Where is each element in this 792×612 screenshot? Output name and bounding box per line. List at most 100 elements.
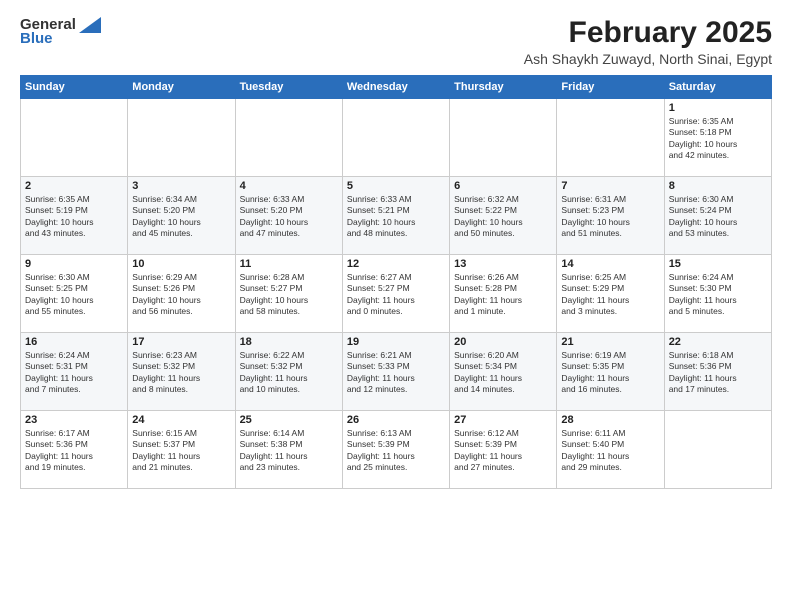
table-row — [450, 99, 557, 177]
day-number: 4 — [240, 180, 338, 192]
table-row: 13 Sunrise: 6:26 AM Sunset: 5:28 PM Dayli… — [450, 255, 557, 333]
col-sunday: Sunday — [21, 76, 128, 99]
day-number: 15 — [669, 258, 767, 270]
calendar-week-5: 23 Sunrise: 6:17 AM Sunset: 5:36 PM Dayli… — [21, 411, 772, 489]
day-info: Sunrise: 6:17 AM Sunset: 5:36 PM Dayligh… — [25, 428, 123, 474]
table-row — [664, 411, 771, 489]
calendar-week-1: 1 Sunrise: 6:35 AM Sunset: 5:18 PM Daylig… — [21, 99, 772, 177]
day-info: Sunrise: 6:31 AM Sunset: 5:23 PM Dayligh… — [561, 194, 659, 240]
col-monday: Monday — [128, 76, 235, 99]
logo: General Blue — [20, 16, 101, 47]
day-number: 25 — [240, 414, 338, 426]
day-number: 1 — [669, 102, 767, 114]
table-row: 15 Sunrise: 6:24 AM Sunset: 5:30 PM Dayli… — [664, 255, 771, 333]
day-info: Sunrise: 6:21 AM Sunset: 5:33 PM Dayligh… — [347, 350, 445, 396]
table-row — [342, 99, 449, 177]
table-row — [21, 99, 128, 177]
table-row: 6 Sunrise: 6:32 AM Sunset: 5:22 PM Daylig… — [450, 177, 557, 255]
table-row: 9 Sunrise: 6:30 AM Sunset: 5:25 PM Daylig… — [21, 255, 128, 333]
col-tuesday: Tuesday — [235, 76, 342, 99]
calendar-week-4: 16Sunrise: 6:24 AM Sunset: 5:31 PM Dayli… — [21, 333, 772, 411]
table-row — [557, 99, 664, 177]
table-row: 1 Sunrise: 6:35 AM Sunset: 5:18 PM Daylig… — [664, 99, 771, 177]
table-row: 12 Sunrise: 6:27 AM Sunset: 5:27 PM Dayli… — [342, 255, 449, 333]
logo-icon — [79, 17, 101, 33]
table-row: 28Sunrise: 6:11 AM Sunset: 5:40 PM Dayli… — [557, 411, 664, 489]
day-info: Sunrise: 6:33 AM Sunset: 5:20 PM Dayligh… — [240, 194, 338, 240]
day-info: Sunrise: 6:34 AM Sunset: 5:20 PM Dayligh… — [132, 194, 230, 240]
table-row: 4 Sunrise: 6:33 AM Sunset: 5:20 PM Daylig… — [235, 177, 342, 255]
table-row: 24Sunrise: 6:15 AM Sunset: 5:37 PM Dayli… — [128, 411, 235, 489]
day-number: 6 — [454, 180, 552, 192]
day-info: Sunrise: 6:13 AM Sunset: 5:39 PM Dayligh… — [347, 428, 445, 474]
day-info: Sunrise: 6:27 AM Sunset: 5:27 PM Dayligh… — [347, 272, 445, 318]
table-row: 27 Sunrise: 6:12 AM Sunset: 5:39 PM Dayli… — [450, 411, 557, 489]
table-row: 19 Sunrise: 6:21 AM Sunset: 5:33 PM Dayli… — [342, 333, 449, 411]
day-info: Sunrise: 6:12 AM Sunset: 5:39 PM Dayligh… — [454, 428, 552, 474]
calendar-header-row: Sunday Monday Tuesday Wednesday Thursday… — [21, 76, 772, 99]
table-row: 22Sunrise: 6:18 AM Sunset: 5:36 PM Dayli… — [664, 333, 771, 411]
day-number: 27 — [454, 414, 552, 426]
day-info: Sunrise: 6:19 AM Sunset: 5:35 PM Dayligh… — [561, 350, 659, 396]
day-number: 28 — [561, 414, 659, 426]
day-number: 8 — [669, 180, 767, 192]
table-row: 18 Sunrise: 6:22 AM Sunset: 5:32 PM Dayli… — [235, 333, 342, 411]
header: General Blue February 2025 Ash Shaykh Zu… — [20, 16, 772, 67]
table-row: 23 Sunrise: 6:17 AM Sunset: 5:36 PM Dayli… — [21, 411, 128, 489]
day-number: 23 — [25, 414, 123, 426]
main-title: February 2025 — [524, 16, 772, 49]
day-info: Sunrise: 6:30 AM Sunset: 5:24 PM Dayligh… — [669, 194, 767, 240]
day-number: 3 — [132, 180, 230, 192]
sub-title: Ash Shaykh Zuwayd, North Sinai, Egypt — [524, 51, 772, 67]
table-row: 21Sunrise: 6:19 AM Sunset: 5:35 PM Dayli… — [557, 333, 664, 411]
table-row: 25 Sunrise: 6:14 AM Sunset: 5:38 PM Dayli… — [235, 411, 342, 489]
table-row: 10Sunrise: 6:29 AM Sunset: 5:26 PM Dayli… — [128, 255, 235, 333]
day-info: Sunrise: 6:33 AM Sunset: 5:21 PM Dayligh… — [347, 194, 445, 240]
day-number: 12 — [347, 258, 445, 270]
day-number: 9 — [25, 258, 123, 270]
day-number: 18 — [240, 336, 338, 348]
title-block: February 2025 Ash Shaykh Zuwayd, North S… — [524, 16, 772, 67]
table-row: 7 Sunrise: 6:31 AM Sunset: 5:23 PM Daylig… — [557, 177, 664, 255]
day-info: Sunrise: 6:35 AM Sunset: 5:19 PM Dayligh… — [25, 194, 123, 240]
day-number: 26 — [347, 414, 445, 426]
day-info: Sunrise: 6:20 AM Sunset: 5:34 PM Dayligh… — [454, 350, 552, 396]
table-row — [128, 99, 235, 177]
day-info: Sunrise: 6:15 AM Sunset: 5:37 PM Dayligh… — [132, 428, 230, 474]
table-row: 17 Sunrise: 6:23 AM Sunset: 5:32 PM Dayli… — [128, 333, 235, 411]
col-wednesday: Wednesday — [342, 76, 449, 99]
table-row: 20 Sunrise: 6:20 AM Sunset: 5:34 PM Dayli… — [450, 333, 557, 411]
calendar: Sunday Monday Tuesday Wednesday Thursday… — [20, 75, 772, 489]
table-row: 16Sunrise: 6:24 AM Sunset: 5:31 PM Dayli… — [21, 333, 128, 411]
day-number: 5 — [347, 180, 445, 192]
day-info: Sunrise: 6:35 AM Sunset: 5:18 PM Dayligh… — [669, 116, 767, 162]
table-row: 14 Sunrise: 6:25 AM Sunset: 5:29 PM Dayli… — [557, 255, 664, 333]
day-number: 20 — [454, 336, 552, 348]
col-friday: Friday — [557, 76, 664, 99]
day-info: Sunrise: 6:25 AM Sunset: 5:29 PM Dayligh… — [561, 272, 659, 318]
day-info: Sunrise: 6:14 AM Sunset: 5:38 PM Dayligh… — [240, 428, 338, 474]
day-info: Sunrise: 6:28 AM Sunset: 5:27 PM Dayligh… — [240, 272, 338, 318]
table-row: 3 Sunrise: 6:34 AM Sunset: 5:20 PM Daylig… — [128, 177, 235, 255]
day-number: 14 — [561, 258, 659, 270]
calendar-week-2: 2Sunrise: 6:35 AM Sunset: 5:19 PM Daylig… — [21, 177, 772, 255]
day-number: 7 — [561, 180, 659, 192]
day-number: 19 — [347, 336, 445, 348]
day-number: 11 — [240, 258, 338, 270]
day-info: Sunrise: 6:24 AM Sunset: 5:30 PM Dayligh… — [669, 272, 767, 318]
page: General Blue February 2025 Ash Shaykh Zu… — [0, 0, 792, 612]
day-info: Sunrise: 6:32 AM Sunset: 5:22 PM Dayligh… — [454, 194, 552, 240]
day-number: 17 — [132, 336, 230, 348]
col-saturday: Saturday — [664, 76, 771, 99]
day-info: Sunrise: 6:24 AM Sunset: 5:31 PM Dayligh… — [25, 350, 123, 396]
day-info: Sunrise: 6:23 AM Sunset: 5:32 PM Dayligh… — [132, 350, 230, 396]
day-info: Sunrise: 6:30 AM Sunset: 5:25 PM Dayligh… — [25, 272, 123, 318]
table-row: 26 Sunrise: 6:13 AM Sunset: 5:39 PM Dayli… — [342, 411, 449, 489]
day-info: Sunrise: 6:22 AM Sunset: 5:32 PM Dayligh… — [240, 350, 338, 396]
calendar-week-3: 9 Sunrise: 6:30 AM Sunset: 5:25 PM Daylig… — [21, 255, 772, 333]
day-info: Sunrise: 6:26 AM Sunset: 5:28 PM Dayligh… — [454, 272, 552, 318]
table-row: 11 Sunrise: 6:28 AM Sunset: 5:27 PM Dayli… — [235, 255, 342, 333]
day-number: 22 — [669, 336, 767, 348]
day-number: 13 — [454, 258, 552, 270]
logo-blue: Blue — [20, 30, 53, 47]
